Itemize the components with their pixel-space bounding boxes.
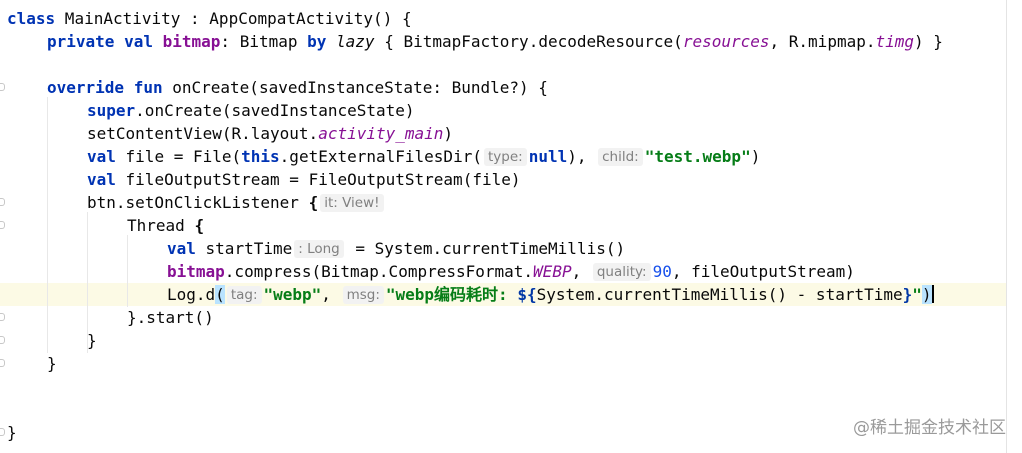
template-close: }	[902, 285, 913, 304]
code-text: }	[7, 423, 17, 442]
text-caret	[931, 285, 934, 303]
code-line-7[interactable]: val file = File(this.getExternalFilesDir…	[87, 145, 760, 168]
code-text: setContentView(R.layout.	[87, 124, 319, 143]
code-text: .onCreate(savedInstanceState)	[135, 101, 415, 120]
code-text: Log.d	[167, 285, 216, 304]
indent-guide	[127, 235, 128, 307]
code-editor[interactable]: class MainActivity : AppCompatActivity()…	[0, 0, 1006, 453]
code-line-11[interactable]: val startTime: Long = System.currentTime…	[167, 237, 625, 260]
parameter-hint: quality:	[592, 263, 651, 281]
watermark: @稀土掘金技术社区	[853, 418, 1006, 438]
code-line-4[interactable]: override fun onCreate(savedInstanceState…	[47, 76, 548, 99]
keyword: fun	[133, 78, 163, 97]
code-line-15[interactable]: }	[87, 329, 97, 352]
code-text: ) }	[914, 32, 943, 51]
class-declaration: MainActivity : AppCompatActivity() {	[55, 9, 412, 28]
code-text: }	[47, 354, 57, 373]
code-line-12[interactable]: bitmap.compress(Bitmap.CompressFormat.WE…	[167, 260, 855, 283]
keyword: val	[87, 170, 116, 189]
code-line-10[interactable]: Thread {	[127, 214, 204, 237]
code-text: )	[443, 124, 454, 143]
property-name: bitmap	[162, 32, 221, 51]
number-literal: 90	[652, 262, 672, 281]
scrollbar-track[interactable]	[1007, 0, 1022, 453]
code-text: ,	[321, 285, 341, 304]
keyword: null	[528, 147, 568, 166]
keyword: val	[124, 32, 153, 51]
code-text: Thread	[127, 216, 195, 235]
fold-marker[interactable]	[0, 83, 5, 91]
code-text: }	[87, 331, 97, 350]
parameter-hint: type:	[483, 148, 527, 166]
code-text: ),	[567, 147, 597, 166]
fold-marker[interactable]	[0, 313, 5, 321]
keyword: by	[307, 32, 327, 51]
string-literal: "webp"	[263, 285, 322, 304]
type-annotation: : Bitmap	[220, 32, 308, 51]
string-literal: "test.webp"	[644, 147, 751, 166]
variable-name: startTime	[195, 239, 293, 258]
fold-marker[interactable]	[0, 221, 5, 229]
code-text: fileOutputStream = FileOutputStream(file…	[115, 170, 521, 189]
layout-resource: activity_main	[318, 124, 444, 143]
fold-marker[interactable]	[0, 359, 5, 367]
lambda-brace: {	[194, 216, 205, 235]
resource-name: timg	[875, 32, 915, 51]
resources-ref: resources	[682, 32, 770, 51]
indent-guide	[47, 97, 48, 353]
code-text: btn.setOnClickListener	[87, 193, 309, 212]
parameter-hint: msg:	[342, 286, 384, 304]
lambda-hint: it: View!	[320, 194, 384, 212]
keyword: this	[241, 147, 280, 166]
fold-marker[interactable]	[0, 428, 5, 436]
string-literal: "webp编码耗时:	[385, 285, 518, 304]
enum-constant: WEBP	[533, 262, 572, 281]
code-text: .getExternalFilesDir(	[279, 147, 482, 166]
matched-paren-close: )	[921, 285, 932, 304]
template-open: ${	[517, 285, 537, 304]
code-line-13[interactable]: Log.d(tag: "webp", msg: "webp编码耗时: ${Syste…	[167, 283, 934, 306]
code-line-5[interactable]: super.onCreate(savedInstanceState)	[87, 99, 415, 122]
code-text: .compress(Bitmap.CompressFormat.	[224, 262, 534, 281]
code-text: ,	[571, 262, 591, 281]
code-text: = System.currentTimeMillis()	[345, 239, 626, 258]
code-line-9[interactable]: btn.setOnClickListener {it: View!	[87, 191, 386, 214]
parameter-hint: child:	[598, 148, 643, 166]
keyword: override	[47, 78, 125, 97]
code-text: }.start()	[127, 308, 214, 327]
string-literal: "	[912, 285, 922, 304]
fold-marker[interactable]	[0, 198, 5, 206]
parameter-hint: tag:	[226, 286, 262, 304]
code-text: , R.mipmap.	[769, 32, 876, 51]
code-line-8[interactable]: val fileOutputStream = FileOutputStream(…	[87, 168, 520, 191]
keyword: private	[47, 32, 115, 51]
lambda-brace: {	[308, 193, 319, 212]
keyword: val	[87, 147, 116, 166]
type-hint: : Long	[294, 240, 344, 258]
code-line-16[interactable]: }	[47, 352, 57, 375]
code-line-2[interactable]: private val bitmap: Bitmap by lazy { Bit…	[47, 30, 943, 53]
keyword: val	[167, 239, 196, 258]
code-text: file = File(	[115, 147, 242, 166]
template-expression: System.currentTimeMillis() - startTime	[536, 285, 903, 304]
keyword: super	[87, 101, 136, 120]
fold-marker[interactable]	[0, 336, 5, 344]
keyword: class	[7, 9, 56, 28]
code-text: , fileOutputStream)	[671, 262, 855, 281]
property-name: bitmap	[167, 262, 225, 281]
function-signature: onCreate(savedInstanceState: Bundle?) {	[162, 78, 548, 97]
code-text: { BitmapFactory.decodeResource(	[374, 32, 683, 51]
code-line-14[interactable]: }.start()	[127, 306, 214, 329]
lazy-function: lazy	[336, 32, 375, 51]
code-text: )	[750, 147, 761, 166]
code-line-1[interactable]: class MainActivity : AppCompatActivity()…	[7, 7, 412, 30]
code-line-6[interactable]: setContentView(R.layout.activity_main)	[87, 122, 453, 145]
code-line-19[interactable]: }	[7, 421, 17, 444]
matched-paren-open: (	[215, 285, 225, 304]
